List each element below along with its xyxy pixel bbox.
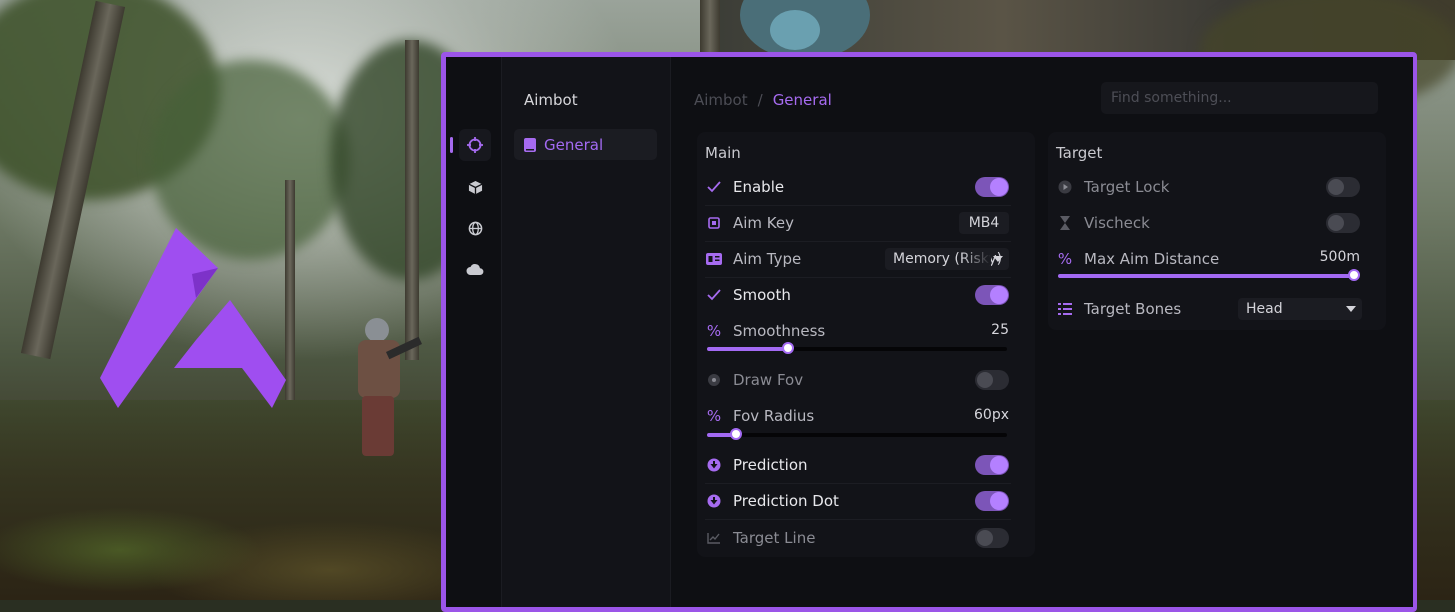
sidebar-title: Aimbot [524, 91, 578, 109]
book-icon [524, 137, 536, 152]
aim-key-row: Aim Key [705, 210, 794, 236]
divider [705, 205, 1011, 206]
target-bones-value: Head [1246, 301, 1283, 317]
breadcrumb-root[interactable]: Aimbot [694, 91, 748, 109]
slider-thumb[interactable] [782, 342, 794, 354]
active-indicator [450, 137, 453, 153]
sidebar-item-general[interactable]: General [514, 129, 657, 160]
sidebar-item-label: General [544, 135, 604, 154]
sub-sidebar: Aimbot General [502, 57, 671, 607]
smoothness-label: Smoothness [733, 322, 826, 340]
background-object [770, 10, 820, 50]
check-icon [705, 286, 723, 304]
target-line-toggle[interactable] [975, 528, 1009, 548]
aim-type-row: Aim Type [705, 246, 801, 272]
download-circle-icon [705, 492, 723, 510]
play-circle-icon [1056, 178, 1074, 196]
max-aim-distance-row: % Max Aim Distance [1056, 246, 1219, 272]
target-lock-row: Target Lock [1056, 174, 1169, 200]
fov-radius-slider[interactable] [707, 428, 1007, 440]
tree-trunk [700, 0, 720, 60]
aim-key-value[interactable]: MB4 [959, 212, 1009, 234]
divider [705, 519, 1011, 520]
aim-type-label: Aim Type [733, 250, 802, 268]
enable-label: Enable [733, 178, 785, 196]
breadcrumb-current: General [772, 91, 832, 109]
icon-sidebar [446, 57, 502, 607]
enable-toggle[interactable] [975, 177, 1009, 197]
search-input[interactable] [1101, 82, 1378, 114]
breadcrumb-separator: / [757, 91, 763, 109]
hourglass-icon [1056, 214, 1074, 232]
target-lock-label: Target Lock [1084, 178, 1170, 196]
slider-thumb[interactable] [729, 428, 742, 440]
vischeck-row: Vischeck [1056, 210, 1150, 236]
cloud-icon[interactable] [459, 253, 491, 285]
smooth-toggle[interactable] [975, 285, 1009, 305]
percent-icon: % [706, 322, 722, 340]
divider [705, 483, 1011, 484]
target-card: Target Target Lock Vischeck % Max Aim Di… [1048, 132, 1386, 330]
prediction-dot-label: Prediction Dot [733, 492, 839, 510]
draw-fov-row: Draw Fov [705, 367, 803, 393]
prediction-dot-toggle[interactable] [975, 491, 1009, 511]
line-chart-icon [705, 529, 723, 547]
cube-icon[interactable] [459, 171, 491, 203]
vischeck-label: Vischeck [1084, 214, 1150, 232]
prediction-row: Prediction [705, 452, 808, 478]
smoothness-row: % Smoothness [705, 318, 825, 344]
smoothness-slider[interactable] [707, 342, 1007, 354]
brand-logo [100, 228, 286, 408]
divider [705, 241, 1011, 242]
slider-thumb[interactable] [1348, 269, 1360, 281]
enable-row: Enable [705, 174, 784, 200]
target-bones-select[interactable]: Head [1238, 298, 1362, 320]
globe-icon[interactable] [459, 212, 491, 244]
breadcrumb: Aimbot / General [694, 91, 832, 109]
prediction-label: Prediction [733, 456, 808, 474]
target-bones-label: Target Bones [1084, 300, 1182, 318]
target-line-label: Target Line [733, 529, 816, 547]
main-card-title: Main [705, 144, 741, 162]
smoothness-value: 25 [991, 322, 1009, 338]
chevron-down-icon [1346, 306, 1356, 312]
fov-radius-row: % Fov Radius [705, 403, 814, 429]
vischeck-toggle[interactable] [1326, 213, 1360, 233]
target-bones-row: Target Bones [1056, 296, 1181, 322]
circle-dot-icon [705, 371, 723, 389]
percent-icon: % [1057, 250, 1073, 268]
max-aim-distance-value: 500m [1319, 249, 1360, 265]
crosshair-icon[interactable] [459, 129, 491, 161]
smooth-label: Smooth [733, 286, 791, 304]
percent-icon: % [706, 407, 722, 425]
tree-trunk [405, 40, 419, 360]
chevron-down-icon [993, 256, 1003, 262]
draw-fov-toggle[interactable] [975, 370, 1009, 390]
aim-key-label: Aim Key [733, 214, 795, 232]
checklist-icon [1056, 300, 1074, 318]
aim-type-select[interactable]: Memory (Risky) [885, 248, 1009, 270]
prediction-toggle[interactable] [975, 455, 1009, 475]
divider [705, 277, 1011, 278]
soldier-figure [350, 318, 423, 458]
target-line-row: Target Line [705, 525, 815, 551]
smooth-row: Smooth [705, 282, 791, 308]
cheat-menu-window: Aimbot General Aimbot / General Main Enabl… [441, 52, 1417, 612]
prediction-dot-row: Prediction Dot [705, 488, 839, 514]
check-icon [705, 178, 723, 196]
fov-radius-label: Fov Radius [733, 407, 815, 425]
chip-icon [705, 214, 723, 232]
draw-fov-label: Draw Fov [733, 371, 804, 389]
fov-radius-value: 60px [974, 407, 1009, 423]
max-aim-distance-label: Max Aim Distance [1084, 250, 1220, 268]
download-circle-icon [705, 456, 723, 474]
card-icon [705, 250, 723, 268]
max-aim-distance-slider[interactable] [1058, 269, 1360, 281]
target-card-title: Target [1056, 144, 1103, 162]
target-lock-toggle[interactable] [1326, 177, 1360, 197]
main-card: Main Enable Aim Key MB4 Aim Type Memory … [697, 132, 1035, 557]
